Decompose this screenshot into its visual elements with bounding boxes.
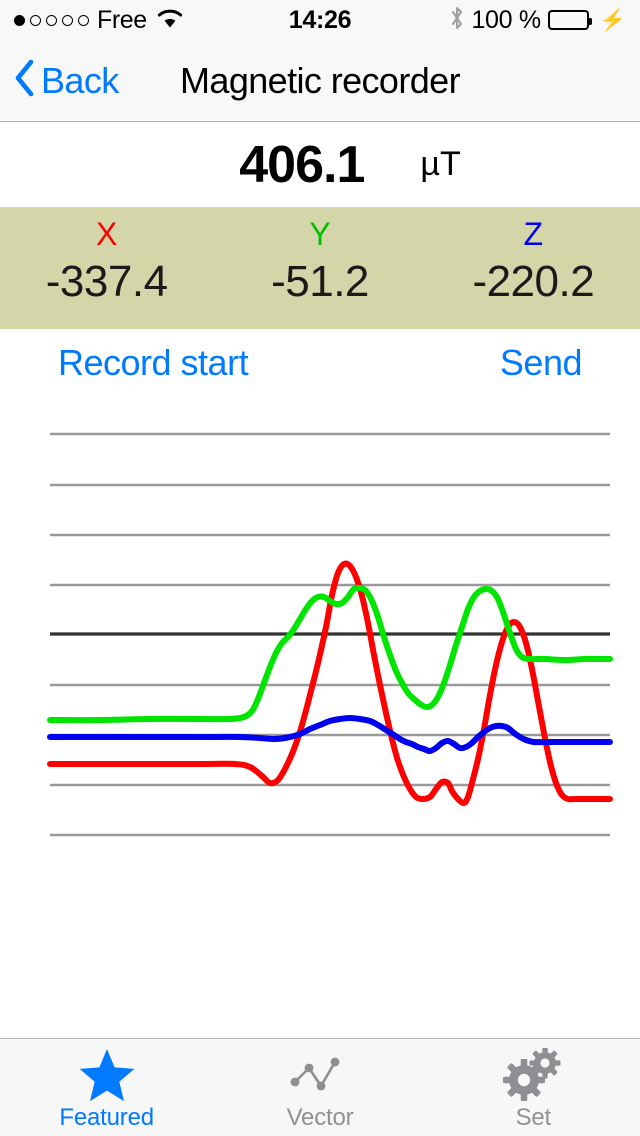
axis-label-y: Y bbox=[309, 216, 331, 252]
battery-percent-label: 100 % bbox=[471, 5, 541, 34]
tab-vector-label: Vector bbox=[286, 1104, 354, 1131]
back-button-label: Back bbox=[41, 59, 119, 101]
tab-set-label: Set bbox=[515, 1104, 552, 1131]
magnitude-unit: µT bbox=[420, 145, 461, 183]
action-row: Record start Send bbox=[0, 329, 640, 397]
signal-dot-4 bbox=[62, 14, 73, 26]
magnitude-reading-row: 406.1 µT bbox=[0, 122, 640, 207]
back-button[interactable]: Back bbox=[0, 58, 119, 103]
magnetic-chart-svg bbox=[47, 432, 613, 837]
axis-label-x: X bbox=[95, 216, 118, 252]
tab-bar: Featured Vector Set bbox=[0, 1038, 640, 1136]
tab-featured-label: Featured bbox=[59, 1104, 154, 1131]
axis-value-x: -337.4 bbox=[45, 257, 168, 306]
signal-dot-3 bbox=[46, 14, 57, 26]
status-bar-right: 100 % ⚡ bbox=[450, 5, 626, 36]
status-bar: Free 14:26 100 % ⚡ bbox=[0, 0, 640, 40]
chevron-left-icon bbox=[13, 58, 35, 103]
tab-set[interactable]: Set bbox=[427, 1039, 640, 1136]
signal-dot-5 bbox=[78, 14, 89, 26]
axis-column-z: Z -220.2 bbox=[427, 213, 640, 329]
record-start-button[interactable]: Record start bbox=[58, 342, 249, 384]
tab-featured[interactable]: Featured bbox=[0, 1039, 213, 1136]
send-button[interactable]: Send bbox=[500, 342, 583, 384]
signal-dot-1 bbox=[14, 14, 25, 26]
magnetic-chart bbox=[0, 397, 640, 997]
axis-column-y: Y -51.2 bbox=[213, 213, 426, 329]
axis-value-z: -220.2 bbox=[472, 257, 595, 306]
vector-chart-icon bbox=[289, 1049, 351, 1101]
navigation-bar: Back Magnetic recorder bbox=[0, 40, 640, 122]
star-icon bbox=[77, 1049, 137, 1102]
battery-icon bbox=[547, 10, 592, 30]
axis-label-z: Z bbox=[523, 216, 544, 252]
bluetooth-icon bbox=[450, 5, 464, 36]
signal-strength-dots bbox=[14, 14, 89, 26]
magnitude-value: 406.1 bbox=[239, 135, 365, 194]
axis-value-y: -51.2 bbox=[271, 257, 369, 306]
gears-icon bbox=[501, 1048, 565, 1101]
status-bar-left: Free bbox=[14, 6, 184, 35]
wifi-icon bbox=[156, 7, 184, 34]
signal-dot-2 bbox=[30, 14, 41, 26]
carrier-label: Free bbox=[97, 5, 147, 34]
axis-values-panel: X -337.4 Y -51.2 Z -220.2 bbox=[0, 207, 640, 329]
axis-column-x: X -337.4 bbox=[0, 213, 213, 329]
tab-vector[interactable]: Vector bbox=[213, 1039, 426, 1136]
charging-bolt-icon: ⚡ bbox=[599, 8, 626, 32]
